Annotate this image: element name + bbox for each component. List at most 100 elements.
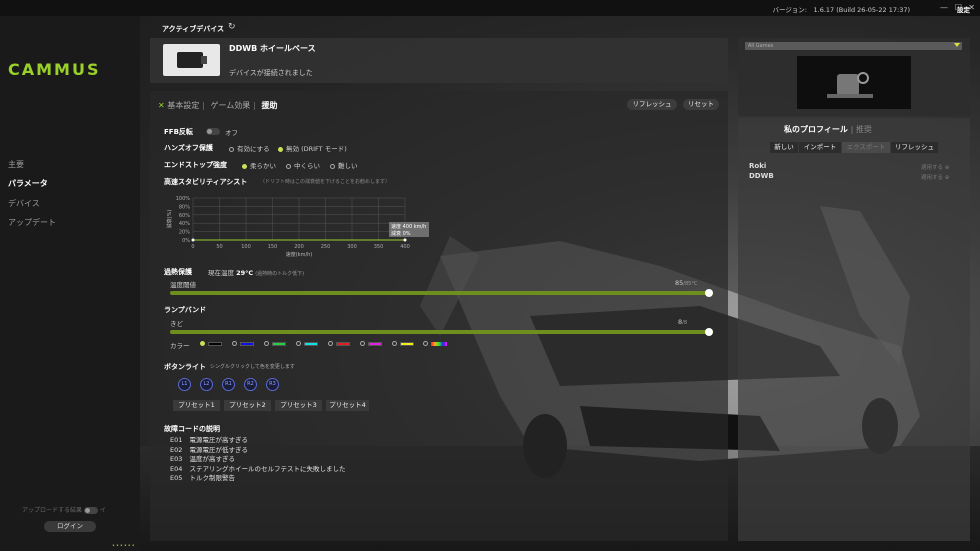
threshold-slider-track[interactable] [170, 291, 710, 295]
handsoff-enable[interactable]: 有効にする [229, 143, 270, 153]
color-option-3[interactable] [296, 341, 301, 346]
nav-parameters[interactable]: パラメータ [8, 178, 48, 189]
reset-button[interactable]: リセット [683, 99, 719, 110]
brightness-value: 8/8 [678, 318, 688, 326]
color-option-4[interactable] [328, 341, 333, 346]
color-swatch-3[interactable] [304, 342, 318, 346]
close-icon[interactable]: ✕ [968, 3, 975, 12]
profile-refresh-button[interactable]: リフレッシュ [891, 142, 938, 153]
nav-update[interactable]: アップデート [8, 217, 56, 228]
new-profile-button[interactable]: 新しい [770, 142, 798, 153]
brightness-slider-knob[interactable] [705, 328, 713, 336]
color-swatch-1[interactable] [240, 342, 254, 346]
apply-roki[interactable]: 適用する ⊕ [921, 163, 949, 171]
title-bar: バージョン: 1.6.17 (Build 26-05-22 17:37) 設定 … [0, 0, 980, 16]
y-tick-label: 80% [179, 204, 190, 210]
endstop-medium[interactable]: 中くらい [286, 160, 320, 170]
ffb-label: FFB反転 [164, 128, 193, 136]
color-swatch-4[interactable] [336, 342, 350, 346]
brightness-label: きど [170, 320, 183, 328]
threshold-slider-knob[interactable] [705, 289, 713, 297]
faults-label: 故障コードの説明 [164, 425, 220, 433]
color-swatch-6[interactable] [400, 342, 414, 346]
game-image [797, 56, 911, 109]
nav-device[interactable]: デバイス [8, 198, 40, 209]
buttonlight-hint: シングルクリックして色を変更します [210, 364, 295, 370]
x-tick-label: 150 [268, 244, 278, 250]
lamp-label: ランプバンド [164, 306, 207, 314]
export-button[interactable]: エクスポート [842, 142, 890, 153]
color-option-rainbow[interactable] [423, 341, 428, 346]
hsa-chart[interactable]: 100% 80% 60% 40% 20% 0%0 50 100 150 200 250 300 350 4… [165, 190, 435, 262]
current-temp: 現在温度 29°C (過熱時のトルク低下) [208, 269, 305, 277]
maximize-icon[interactable]: ☐ [955, 3, 962, 12]
active-device-label: アクティブデバイス [162, 25, 225, 33]
button-light-r1[interactable]: R1 [222, 378, 235, 391]
login-button[interactable]: ログイン [44, 521, 96, 532]
brightness-slider-track[interactable] [170, 330, 710, 334]
y-tick-label: 60% [179, 213, 190, 219]
color-swatch-0[interactable] [208, 342, 222, 346]
device-card[interactable]: DDWB ホイールベース デバイスが接続されました [150, 38, 728, 83]
tooltip-damping: 減衰 0% [391, 230, 411, 237]
color-option-5[interactable] [360, 341, 365, 346]
damping-point [191, 238, 195, 242]
x-tick-label: 300 [347, 244, 357, 250]
preset-2-button[interactable]: プリセット2 [224, 400, 271, 411]
tooltip-speed: 速度 400 km/h [391, 223, 426, 230]
tab-assist[interactable]: 援助 [262, 101, 278, 110]
version-text: バージョン: 1.6.17 (Build 26-05-22 17:37) [772, 6, 910, 14]
fault-code: E05 [170, 474, 183, 482]
tab-basic[interactable]: 基本設定 [167, 101, 199, 110]
button-light-l2[interactable]: L2 [200, 378, 213, 391]
minimize-icon[interactable]: — [940, 3, 948, 12]
fault-item: E04 ステアリングホイールのセルフテストに失敗しました [170, 463, 345, 473]
threshold-label: 温度閾値 [170, 281, 196, 289]
nav-main[interactable]: 主要 [8, 159, 24, 170]
button-light-r2[interactable]: R2 [244, 378, 257, 391]
y-axis-label: 減衰(%) [166, 210, 173, 229]
y-tick-label: 100% [176, 196, 191, 202]
color-label: カラー [170, 342, 190, 350]
x-tick-label: 0 [191, 244, 194, 250]
upgrade-toggle-label: イ [99, 507, 106, 514]
profile-item-roki[interactable]: Roki [749, 162, 766, 170]
color-option-2[interactable] [264, 341, 269, 346]
refresh-button[interactable]: リフレッシュ [627, 99, 677, 110]
profile-panel [738, 118, 970, 541]
preset-1-button[interactable]: プリセット1 [173, 400, 220, 411]
apply-ddwb[interactable]: 適用する ⊕ [921, 173, 949, 181]
preset-4-button[interactable]: プリセット4 [326, 400, 369, 411]
upgrade-label: アップロードする結果 [22, 507, 83, 514]
device-status: デバイスが接続されました [229, 69, 313, 77]
upgrade-toggle[interactable] [83, 507, 98, 514]
color-swatch-2[interactable] [272, 342, 286, 346]
endstop-hard[interactable]: 難しい [330, 160, 358, 170]
button-light-r3[interactable]: R3 [266, 378, 279, 391]
cammus-logo: CAMMUS [8, 60, 101, 79]
endstop-soft[interactable]: 柔らかい [242, 160, 276, 170]
y-tick-label: 20% [179, 230, 190, 236]
tab-game-effects[interactable]: ゲーム効果 [211, 101, 251, 110]
handsoff-disable[interactable]: 無効 (DRIFT モード) [278, 143, 347, 153]
fault-item: E02 電源電圧が低すぎる [170, 444, 248, 454]
color-option-0[interactable] [200, 341, 205, 346]
ffb-value: オフ [225, 129, 238, 137]
rainbow-swatch[interactable] [431, 342, 447, 346]
refresh-icon[interactable]: ↻ [228, 22, 236, 32]
button-light-l1[interactable]: L1 [178, 378, 191, 391]
preset-3-button[interactable]: プリセット3 [275, 400, 322, 411]
damping-point [403, 238, 407, 242]
x-tick-label: 50 [216, 244, 222, 250]
ffb-toggle[interactable] [206, 127, 220, 135]
color-option-6[interactable] [392, 341, 397, 346]
color-option-1[interactable] [232, 341, 237, 346]
color-swatch-5[interactable] [368, 342, 382, 346]
import-button[interactable]: インポート [799, 142, 841, 153]
sidebar [0, 16, 140, 551]
x-tick-label: 350 [374, 244, 384, 250]
game-select[interactable]: All Games [745, 42, 962, 50]
threshold-value: 85/85°C [675, 279, 698, 287]
profile-item-ddwb[interactable]: DDWB [749, 172, 774, 180]
y-tick-label: 40% [179, 221, 190, 227]
